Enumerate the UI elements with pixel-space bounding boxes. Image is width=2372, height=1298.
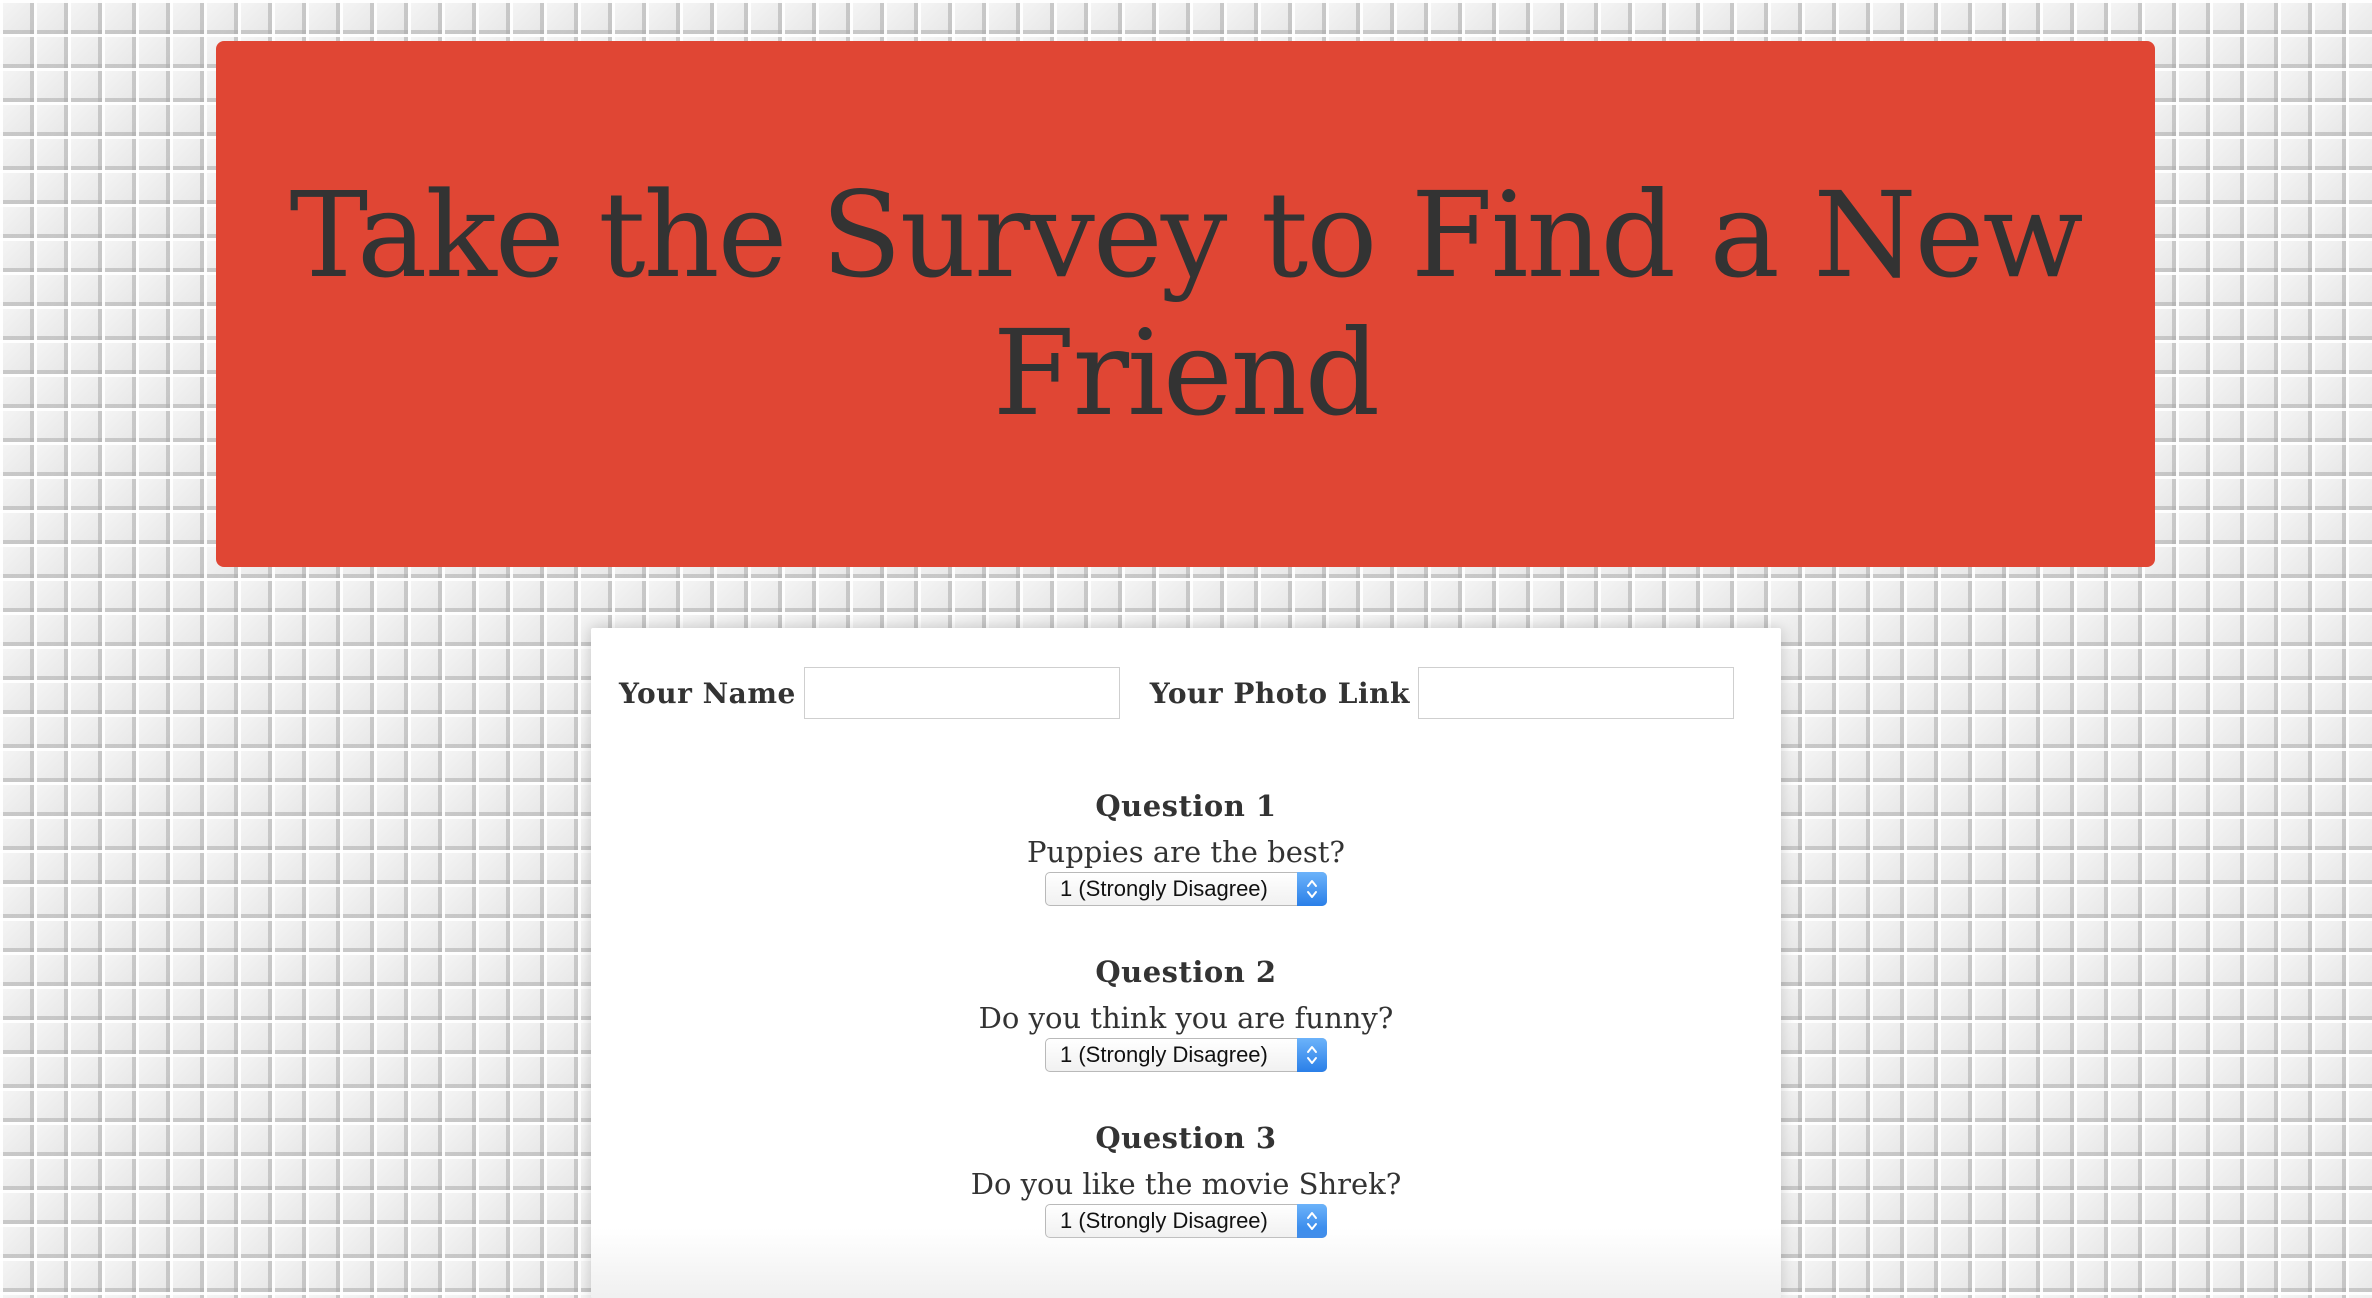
up-down-chevron-icon	[1297, 1204, 1327, 1238]
question-3: Question 3 Do you like the movie Shrek? …	[591, 1120, 1781, 1238]
answer-select-1[interactable]: 1 (Strongly Disagree)	[1045, 872, 1327, 906]
survey-form: Your Name Your Photo Link Question 1 Pup…	[591, 628, 1781, 1298]
answer-select-2[interactable]: 1 (Strongly Disagree)	[1045, 1038, 1327, 1072]
name-label: Your Name	[619, 676, 796, 710]
photo-field-group: Your Photo Link	[1150, 667, 1734, 719]
page-title: Take the Survey to Find a New Friend	[289, 166, 2084, 442]
photo-label: Your Photo Link	[1149, 676, 1410, 710]
select-value: 1 (Strongly Disagree)	[1060, 876, 1268, 901]
photo-input[interactable]	[1417, 667, 1734, 719]
header-banner: Take the Survey to Find a New Friend	[216, 41, 2155, 567]
up-down-chevron-icon	[1297, 872, 1327, 906]
answer-select-3[interactable]: 1 (Strongly Disagree)	[1045, 1204, 1327, 1238]
name-input[interactable]	[803, 667, 1120, 719]
select-value: 1 (Strongly Disagree)	[1060, 1208, 1268, 1233]
question-text: Puppies are the best?	[1027, 835, 1345, 869]
question-text: Do you like the movie Shrek?	[970, 1167, 1402, 1201]
question-2: Question 2 Do you think you are funny? 1…	[591, 954, 1781, 1072]
question-text: Do you think you are funny?	[978, 1001, 1394, 1035]
question-title: Question 2	[1095, 955, 1277, 989]
question-title: Question 1	[1095, 789, 1277, 823]
select-value: 1 (Strongly Disagree)	[1060, 1042, 1268, 1067]
name-field-group: Your Name	[619, 667, 1120, 719]
question-title: Question 3	[1095, 1121, 1277, 1155]
identity-fields: Your Name Your Photo Link	[619, 667, 1734, 719]
up-down-chevron-icon	[1297, 1038, 1327, 1072]
question-1: Question 1 Puppies are the best? 1 (Stro…	[591, 788, 1781, 906]
